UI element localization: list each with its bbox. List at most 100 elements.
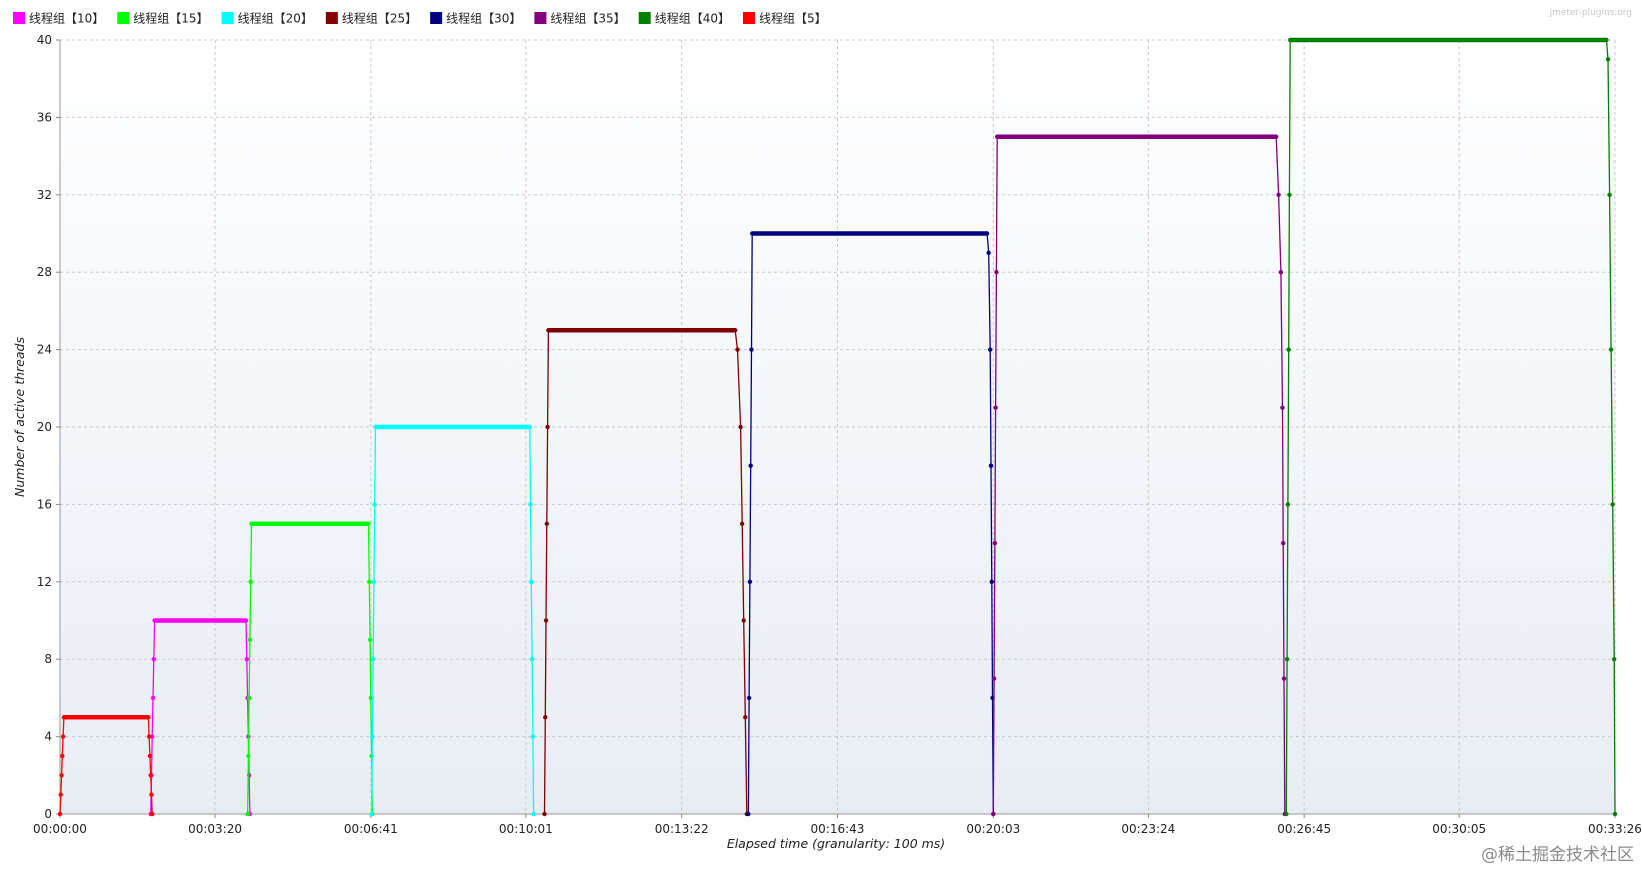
y-axis-label: Number of active threads xyxy=(12,337,27,497)
data-point xyxy=(369,811,374,817)
data-point xyxy=(749,347,754,352)
data-point xyxy=(60,753,65,759)
legend-label: 线程组【40】 xyxy=(655,11,730,26)
data-point xyxy=(60,734,66,739)
data-point xyxy=(741,618,746,623)
x-tick-label: 00:03:20 xyxy=(188,822,242,836)
legend-swatch xyxy=(325,12,338,24)
legend: 线程组【10】 线程组【15】 线程组【20】 线程组【25】 线程组【30】 线程组【3… xyxy=(13,11,827,26)
data-point xyxy=(738,424,743,430)
data-point xyxy=(246,753,251,759)
data-point xyxy=(146,734,152,739)
data-point xyxy=(530,734,536,739)
legend-label: 线程组【20】 xyxy=(238,11,313,26)
x-tick-label: 00:20:03 xyxy=(966,822,1020,836)
data-point xyxy=(984,231,990,236)
legend-swatch xyxy=(534,12,547,24)
data-point xyxy=(750,231,755,236)
data-point xyxy=(1274,134,1279,139)
data-point xyxy=(545,424,550,430)
data-point xyxy=(366,521,371,526)
data-point xyxy=(371,579,377,584)
data-point xyxy=(1278,270,1284,275)
data-point xyxy=(542,811,547,817)
data-point xyxy=(59,773,64,778)
data-point xyxy=(531,811,536,817)
data-point xyxy=(546,328,551,333)
data-point xyxy=(1607,192,1612,197)
data-point xyxy=(1284,811,1289,817)
data-point xyxy=(367,579,372,584)
data-point xyxy=(543,618,549,623)
legend-item: 线程组【25】 xyxy=(325,11,417,26)
data-point xyxy=(151,657,156,662)
data-point xyxy=(743,715,748,720)
legend-label: 线程组【35】 xyxy=(550,11,625,26)
x-tick-label: 00:26:45 xyxy=(1277,822,1331,836)
data-point xyxy=(367,637,373,643)
x-tick-label: 00:33:26 xyxy=(1588,822,1642,836)
data-point xyxy=(150,811,155,817)
data-point xyxy=(148,773,153,778)
data-point xyxy=(748,463,753,468)
data-point xyxy=(732,328,738,333)
data-point xyxy=(988,463,994,468)
y-tick-label: 40 xyxy=(37,33,52,47)
data-point xyxy=(991,811,996,817)
data-point xyxy=(57,811,63,817)
legend-item: 线程组【5】 xyxy=(742,11,827,26)
data-point xyxy=(1287,192,1292,197)
legend-item: 线程组【15】 xyxy=(117,11,209,26)
legend-swatch xyxy=(742,12,755,24)
x-tick-label: 00:16:43 xyxy=(811,822,865,836)
data-point xyxy=(994,270,999,275)
data-point xyxy=(146,715,151,720)
legend-item: 线程组【35】 xyxy=(534,11,626,26)
data-point xyxy=(992,540,998,546)
data-point xyxy=(986,250,991,256)
data-point xyxy=(372,502,377,507)
legend-label: 线程组【5】 xyxy=(759,11,827,26)
data-point xyxy=(991,676,997,681)
data-point xyxy=(149,792,154,797)
data-point xyxy=(746,695,752,701)
data-point xyxy=(528,502,533,507)
data-point xyxy=(994,134,1000,139)
watermark: @稀土掘金技术社区 xyxy=(1481,845,1634,865)
x-axis-label: Elapsed time (granularity: 100 ms) xyxy=(727,836,945,851)
legend-label: 线程组【15】 xyxy=(133,11,208,26)
data-point xyxy=(1286,347,1291,352)
data-point xyxy=(1612,657,1617,662)
data-point xyxy=(245,811,250,817)
legend-swatch xyxy=(117,12,130,24)
data-point xyxy=(527,424,532,430)
data-point xyxy=(248,579,253,584)
data-point xyxy=(1285,502,1291,507)
legend-item: 线程组【10】 xyxy=(13,11,104,26)
data-point xyxy=(1604,37,1609,43)
data-point xyxy=(244,657,250,662)
data-point xyxy=(58,792,63,797)
y-tick-label: 24 xyxy=(37,343,52,357)
legend-item: 线程组【40】 xyxy=(638,11,730,26)
y-tick-label: 0 xyxy=(44,807,52,821)
data-point xyxy=(61,715,67,720)
legend-label: 线程组【25】 xyxy=(342,11,417,26)
data-point xyxy=(1288,37,1293,43)
data-point xyxy=(247,637,253,643)
y-tick-label: 4 xyxy=(44,730,52,744)
data-point xyxy=(746,811,751,817)
data-point xyxy=(370,734,375,739)
legend-label: 线程组【30】 xyxy=(446,11,521,26)
x-tick-label: 00:23:24 xyxy=(1121,822,1175,836)
data-point xyxy=(739,521,745,526)
y-tick-label: 12 xyxy=(37,575,52,589)
data-point xyxy=(989,579,994,584)
y-tick-label: 36 xyxy=(37,110,52,124)
data-point xyxy=(747,579,753,584)
y-tick-label: 28 xyxy=(37,265,52,279)
brand-label: jmeter-plugins.org xyxy=(1549,8,1632,18)
data-point xyxy=(544,521,550,526)
x-tick-label: 00:06:41 xyxy=(344,822,398,836)
data-point xyxy=(543,715,548,720)
